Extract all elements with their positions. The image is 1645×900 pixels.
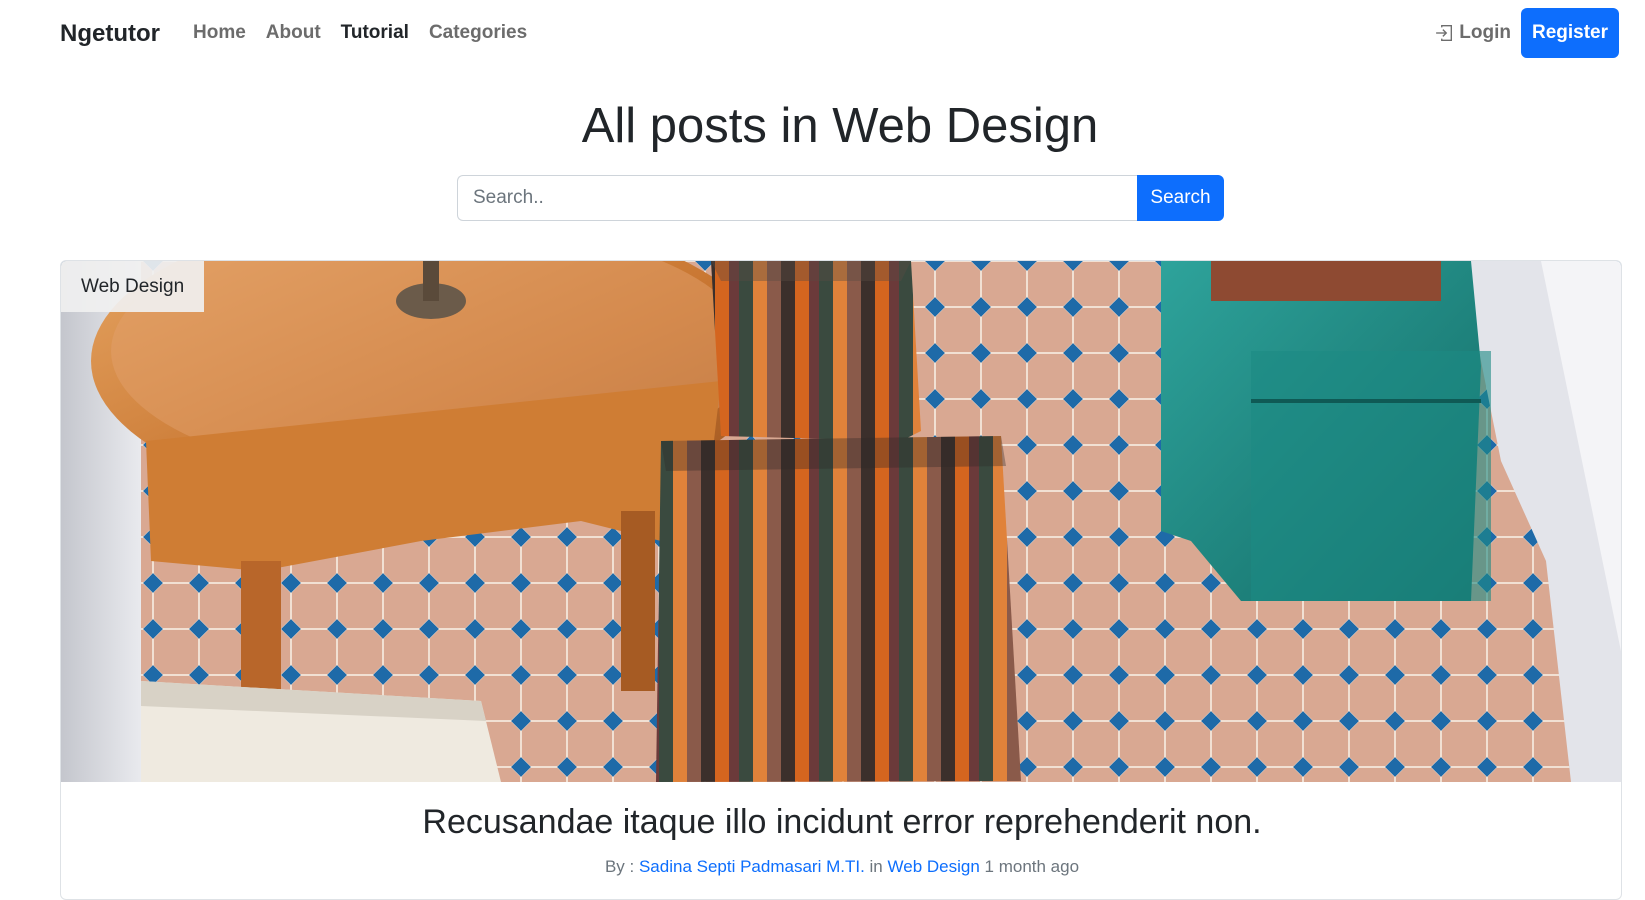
register-button[interactable]: Register: [1520, 8, 1619, 58]
nav-link-categories[interactable]: Categories: [429, 22, 527, 44]
search-input[interactable]: [457, 175, 1137, 221]
post-title[interactable]: Recusandae itaque illo incidunt error re…: [61, 803, 1621, 842]
by-prefix: By :: [604, 857, 635, 876]
author-link[interactable]: Sadina Septi Padmasari M.TI.: [639, 857, 865, 876]
category-badge[interactable]: Web Design: [61, 261, 205, 312]
post-meta: By : Sadina Septi Padmasari M.TI. in Web…: [61, 857, 1621, 877]
category-link[interactable]: Web Design: [888, 857, 980, 876]
box-arrow-in-right-icon: [1435, 24, 1453, 42]
nav-link-tutorial[interactable]: Tutorial: [341, 22, 409, 44]
search-form: Search: [457, 175, 1224, 221]
nav-right: Login Register: [1435, 8, 1619, 58]
nav-link-home[interactable]: Home: [193, 22, 246, 44]
login-label: Login: [1459, 22, 1511, 43]
post-card: Web Design Recusandae itaque illo incidu…: [60, 260, 1622, 900]
nav-link-about[interactable]: About: [266, 22, 321, 44]
navbar: Ngetutor Home About Tutorial Categories …: [0, 0, 1645, 66]
in-word: in: [869, 857, 883, 876]
post-image[interactable]: Web Design: [61, 261, 1621, 782]
search-button[interactable]: Search: [1137, 175, 1224, 221]
post-time: 1 month ago: [984, 857, 1080, 876]
page-title: All posts in Web Design: [581, 99, 1099, 153]
brand-logo[interactable]: Ngetutor: [60, 20, 160, 48]
login-link[interactable]: Login: [1435, 22, 1511, 44]
nav-links: Home About Tutorial Categories: [193, 22, 527, 44]
